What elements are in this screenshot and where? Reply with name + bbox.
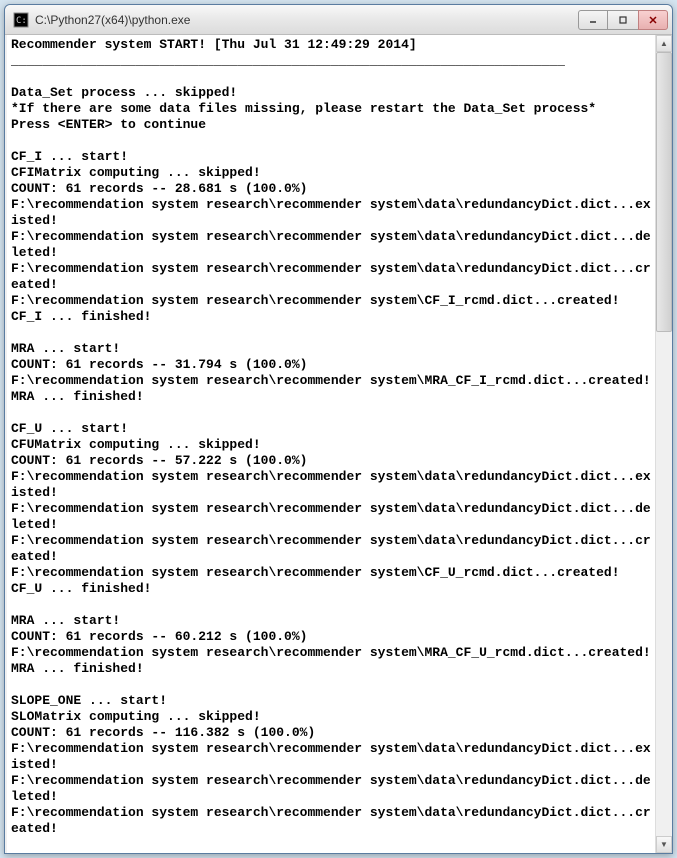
- close-icon: [648, 15, 658, 25]
- window-controls: [578, 10, 668, 30]
- console-output[interactable]: Recommender system START! [Thu Jul 31 12…: [5, 35, 655, 853]
- maximize-button[interactable]: [608, 10, 638, 30]
- title-bar[interactable]: C: C:\Python27(x64)\python.exe: [5, 5, 672, 35]
- console-window: C: C:\Python27(x64)\python.exe Recommend…: [4, 4, 673, 854]
- app-icon: C:: [13, 12, 29, 28]
- scroll-thumb[interactable]: [656, 52, 672, 332]
- console-area: Recommender system START! [Thu Jul 31 12…: [5, 35, 672, 853]
- vertical-scrollbar[interactable]: ▲ ▼: [655, 35, 672, 853]
- window-title: C:\Python27(x64)\python.exe: [35, 13, 578, 27]
- minimize-icon: [588, 15, 598, 25]
- minimize-button[interactable]: [578, 10, 608, 30]
- svg-text:C:: C:: [16, 16, 27, 26]
- scroll-down-button[interactable]: ▼: [656, 836, 672, 853]
- maximize-icon: [618, 15, 628, 25]
- close-button[interactable]: [638, 10, 668, 30]
- scroll-up-button[interactable]: ▲: [656, 35, 672, 52]
